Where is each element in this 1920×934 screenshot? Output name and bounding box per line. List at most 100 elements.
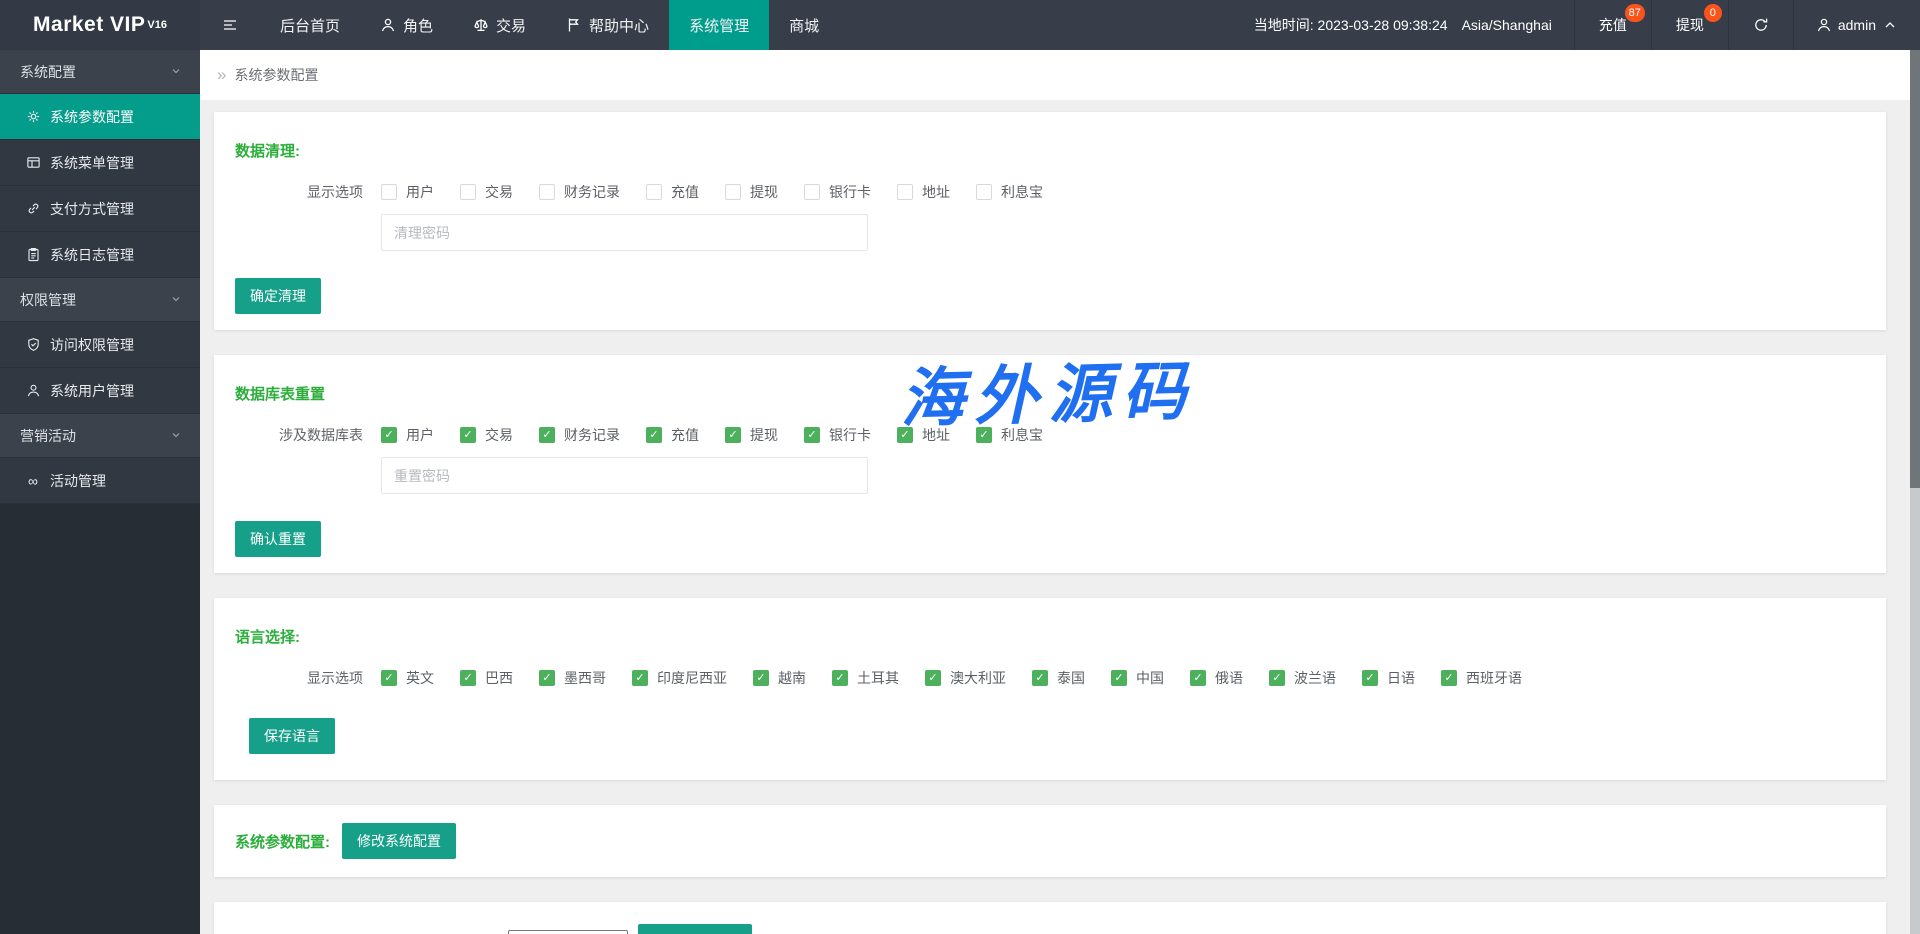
checkbox-option[interactable]: 交易 bbox=[460, 182, 513, 202]
checkbox-icon[interactable] bbox=[539, 427, 555, 443]
sidebar-item-payment-methods[interactable]: 支付方式管理 bbox=[0, 186, 200, 232]
checkbox-label: 银行卡 bbox=[829, 425, 871, 445]
checkbox-icon[interactable] bbox=[460, 670, 476, 686]
checkbox-icon[interactable] bbox=[460, 427, 476, 443]
db-reset-checkbox-group: 用户 交易 财务记录 bbox=[381, 425, 1069, 445]
checkbox-option[interactable]: 利息宝 bbox=[976, 425, 1043, 445]
sidebar-item-label: 访问权限管理 bbox=[50, 335, 134, 355]
checkbox-icon[interactable] bbox=[804, 184, 820, 200]
sidebar-item-activity-management[interactable]: ∞ 活动管理 bbox=[0, 458, 200, 504]
checkbox-icon[interactable] bbox=[1032, 670, 1048, 686]
sidebar-group-permissions[interactable]: 权限管理 bbox=[0, 278, 200, 322]
withdraw-label: 提现 bbox=[1676, 15, 1704, 35]
sidebar-collapse-button[interactable] bbox=[200, 0, 260, 50]
data-clean-button-row: 确定清理 bbox=[235, 278, 1866, 314]
nav-item-roles[interactable]: 角色 bbox=[360, 0, 453, 50]
checkbox-option[interactable]: 巴西 bbox=[460, 668, 513, 688]
checkbox-option[interactable]: 提现 bbox=[725, 425, 778, 445]
checkbox-option[interactable]: 充值 bbox=[646, 425, 699, 445]
checkbox-label: 墨西哥 bbox=[564, 668, 606, 688]
checkbox-icon[interactable] bbox=[976, 427, 992, 443]
checkbox-icon[interactable] bbox=[632, 670, 648, 686]
checkbox-icon[interactable] bbox=[1362, 670, 1378, 686]
checkbox-option[interactable]: 银行卡 bbox=[804, 182, 871, 202]
sidebar-item-system-params[interactable]: 系统参数配置 bbox=[0, 94, 200, 140]
confirm-clean-button[interactable]: 确定清理 bbox=[235, 278, 321, 314]
modify-system-config-button[interactable]: 修改系统配置 bbox=[342, 823, 456, 859]
scrollbar-thumb[interactable] bbox=[1910, 50, 1920, 488]
user-menu[interactable]: admin bbox=[1793, 0, 1920, 50]
checkbox-icon[interactable] bbox=[832, 670, 848, 686]
checkbox-option[interactable]: 土耳其 bbox=[832, 668, 899, 688]
checkbox-option[interactable]: 提现 bbox=[725, 182, 778, 202]
refresh-button[interactable] bbox=[1728, 0, 1793, 50]
language-card: 语言选择: 显示选项 英文 巴西 bbox=[214, 598, 1886, 780]
modify-timezone-button[interactable]: 修改系统时区 bbox=[638, 924, 752, 934]
checkbox-icon[interactable] bbox=[1269, 670, 1285, 686]
sidebar-item-access-permissions[interactable]: 访问权限管理 bbox=[0, 322, 200, 368]
checkbox-icon[interactable] bbox=[1111, 670, 1127, 686]
scales-icon bbox=[473, 17, 489, 33]
checkbox-option[interactable]: 财务记录 bbox=[539, 182, 620, 202]
checkbox-icon[interactable] bbox=[725, 427, 741, 443]
checkbox-option[interactable]: 交易 bbox=[460, 425, 513, 445]
checkbox-icon[interactable] bbox=[725, 184, 741, 200]
nav-item-help-center[interactable]: 帮助中心 bbox=[546, 0, 669, 50]
recharge-button[interactable]: 充值 87 bbox=[1574, 0, 1651, 50]
checkbox-icon[interactable] bbox=[539, 670, 555, 686]
nav-item-trade[interactable]: 交易 bbox=[453, 0, 546, 50]
checkbox-option[interactable]: 俄语 bbox=[1190, 668, 1243, 688]
checkbox-label: 利息宝 bbox=[1001, 182, 1043, 202]
sidebar-item-system-menu[interactable]: 系统菜单管理 bbox=[0, 140, 200, 186]
sidebar-item-system-users[interactable]: 系统用户管理 bbox=[0, 368, 200, 414]
checkbox-option[interactable]: 日语 bbox=[1362, 668, 1415, 688]
checkbox-option[interactable]: 利息宝 bbox=[976, 182, 1043, 202]
checkbox-option[interactable]: 银行卡 bbox=[804, 425, 871, 445]
checkbox-option[interactable]: 用户 bbox=[381, 182, 434, 202]
checkbox-icon[interactable] bbox=[381, 184, 397, 200]
checkbox-option[interactable]: 财务记录 bbox=[539, 425, 620, 445]
checkbox-option[interactable]: 充值 bbox=[646, 182, 699, 202]
checkbox-icon[interactable] bbox=[753, 670, 769, 686]
checkbox-option[interactable]: 地址 bbox=[897, 425, 950, 445]
nav-item-mall[interactable]: 商城 bbox=[769, 0, 839, 50]
checkbox-option[interactable]: 墨西哥 bbox=[539, 668, 606, 688]
checkbox-option[interactable]: 西班牙语 bbox=[1441, 668, 1522, 688]
checkbox-icon[interactable] bbox=[646, 427, 662, 443]
checkbox-icon[interactable] bbox=[897, 427, 913, 443]
clean-password-input[interactable] bbox=[381, 214, 868, 251]
checkbox-icon[interactable] bbox=[460, 184, 476, 200]
checkbox-icon[interactable] bbox=[897, 184, 913, 200]
confirm-reset-button[interactable]: 确认重置 bbox=[235, 521, 321, 557]
checkbox-icon[interactable] bbox=[381, 427, 397, 443]
checkbox-option[interactable]: 中国 bbox=[1111, 668, 1164, 688]
checkbox-icon[interactable] bbox=[381, 670, 397, 686]
checkbox-icon[interactable] bbox=[925, 670, 941, 686]
shield-check-icon bbox=[25, 337, 41, 353]
withdraw-button[interactable]: 提现 0 bbox=[1651, 0, 1728, 50]
checkbox-icon[interactable] bbox=[646, 184, 662, 200]
checkbox-icon[interactable] bbox=[804, 427, 820, 443]
checkbox-option[interactable]: 澳大利亚 bbox=[925, 668, 1006, 688]
sidebar-item-system-logs[interactable]: 系统日志管理 bbox=[0, 232, 200, 278]
nav-item-system-admin[interactable]: 系统管理 bbox=[669, 0, 769, 50]
vertical-scrollbar[interactable] bbox=[1910, 50, 1920, 934]
checkbox-option[interactable]: 印度尼西亚 bbox=[632, 668, 727, 688]
sidebar-group-system-config[interactable]: 系统配置 bbox=[0, 50, 200, 94]
checkbox-option[interactable]: 地址 bbox=[897, 182, 950, 202]
checkbox-icon[interactable] bbox=[976, 184, 992, 200]
checkbox-option[interactable]: 英文 bbox=[381, 668, 434, 688]
save-language-button[interactable]: 保存语言 bbox=[249, 718, 335, 754]
checkbox-icon[interactable] bbox=[1190, 670, 1206, 686]
checkbox-icon[interactable] bbox=[539, 184, 555, 200]
checkbox-option[interactable]: 越南 bbox=[753, 668, 806, 688]
nav-item-dashboard[interactable]: 后台首页 bbox=[260, 0, 360, 50]
checkbox-option[interactable]: 波兰语 bbox=[1269, 668, 1336, 688]
checkbox-icon[interactable] bbox=[1441, 670, 1457, 686]
sidebar-group-marketing[interactable]: 营销活动 bbox=[0, 414, 200, 458]
checkbox-option[interactable]: 泰国 bbox=[1032, 668, 1085, 688]
timezone-select[interactable]: 请选择 bbox=[508, 930, 628, 934]
reset-password-input[interactable] bbox=[381, 457, 868, 494]
checkbox-label: 用户 bbox=[406, 182, 434, 202]
checkbox-option[interactable]: 用户 bbox=[381, 425, 434, 445]
